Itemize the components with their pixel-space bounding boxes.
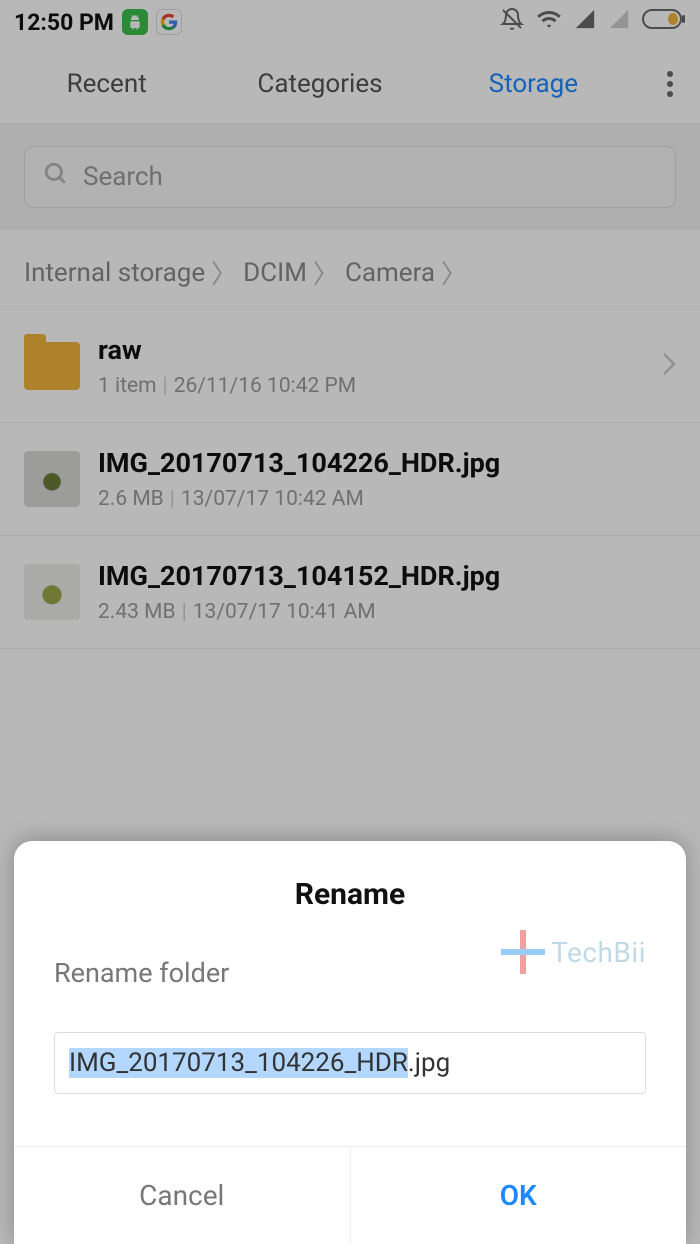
watermark: TechBii [501,930,646,974]
watermark-icon [501,930,545,974]
rename-dialog: Rename Rename folder TechBii IMG_2017071… [14,841,686,1244]
watermark-text: TechBii [551,936,646,969]
dialog-subtitle: Rename folder [54,957,229,989]
cancel-button[interactable]: Cancel [14,1147,351,1244]
dialog-title: Rename [14,877,686,912]
ok-button[interactable]: OK [351,1147,687,1244]
rename-input[interactable]: IMG_20170713_104226_HDR.jpg [54,1032,646,1094]
